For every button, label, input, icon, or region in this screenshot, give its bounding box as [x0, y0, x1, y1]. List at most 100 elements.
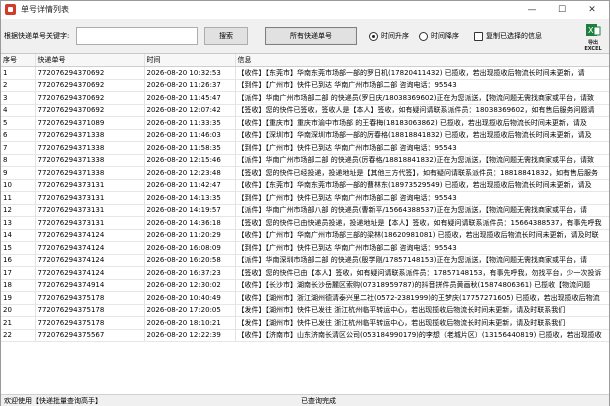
row-info[interactable]: 【收件】【济南市】山东济南长清区公司(053184990179)的李想（老城片区… [235, 329, 609, 342]
table-row[interactable]: 13 772076294373131 2026-08-20 14:36:18 【签收】… [1, 216, 609, 230]
row-time[interactable]: 2026-08-20 11:26:37 [144, 79, 236, 92]
row-index[interactable]: 2 [1, 79, 36, 92]
row-index[interactable]: 17 [1, 266, 36, 280]
table-row[interactable]: 10 772076294373131 2026-08-20 11:42:47 【收件】… [1, 179, 609, 192]
row-tracking-number[interactable]: 772076294373131 [35, 204, 145, 217]
row-time[interactable]: 2026-08-20 12:07:42 [144, 104, 236, 117]
table-row[interactable]: 16 772076294374124 2026-08-20 16:20:58 【派件】… [1, 254, 609, 267]
row-info[interactable]: 【到件】【广州市】快件已到达 华南广州市场部二部 咨询电话：95543 [235, 79, 609, 92]
row-info[interactable]: 【到件】【广州市】快件已到达 华南广州市场部二部 咨询电话：95543 [235, 191, 609, 205]
row-index[interactable]: 11 [1, 191, 36, 205]
row-tracking-number[interactable]: 772076294375567 [35, 329, 145, 342]
table-row[interactable]: 20 772076294375178 2026-08-20 17:20:05 【发件】… [1, 304, 609, 317]
row-tracking-number[interactable]: 772076294374914 [35, 279, 145, 292]
row-index[interactable]: 6 [1, 129, 36, 142]
row-index[interactable]: 14 [1, 229, 36, 242]
row-tracking-number[interactable]: 772076294371338 [35, 166, 145, 180]
table-row[interactable]: 22 772076294375567 2026-08-20 12:22:39 【收件】… [1, 329, 609, 342]
row-index[interactable]: 5 [1, 116, 36, 130]
row-index[interactable]: 7 [1, 141, 36, 155]
row-time[interactable]: 2026-08-20 12:15:46 [144, 154, 236, 167]
row-tracking-number[interactable]: 772076294371338 [35, 154, 145, 167]
row-info[interactable]: 【到件】【广州市】快件已到达 华南广州市场部二部 咨询电话：95543 [235, 241, 609, 255]
column-header-index[interactable]: 序号 [1, 54, 36, 67]
table-row[interactable]: 6 772076294371338 2026-08-20 11:46:03 【收件】【… [1, 129, 609, 142]
row-time[interactable]: 2026-08-20 11:42:47 [144, 179, 236, 192]
row-time[interactable]: 2026-08-20 17:20:05 [144, 304, 236, 317]
row-index[interactable]: 9 [1, 166, 36, 180]
table-row[interactable]: 3 772076294370692 2026-08-20 11:45:47 【派件】华… [1, 91, 609, 105]
table-row[interactable]: 14 772076294374124 2026-08-20 11:20:29 【收件】… [1, 229, 609, 242]
row-time[interactable]: 2026-08-20 16:37:23 [144, 266, 236, 280]
copy-selected-control[interactable]: 复制已选择的信息 [474, 29, 542, 43]
row-tracking-number[interactable]: 772076294373131 [35, 179, 145, 192]
row-index[interactable]: 22 [1, 329, 36, 342]
row-time[interactable]: 2026-08-20 16:20:58 [144, 254, 236, 267]
table-row[interactable]: 19 772076294375178 2026-08-20 10:40:49 【收件】… [1, 291, 609, 305]
row-index[interactable]: 10 [1, 179, 36, 192]
row-info[interactable]: 【签收】您的快件已由【本人】签收，如有疑问请联系派件员：17857148153，… [235, 266, 609, 280]
row-index[interactable]: 12 [1, 204, 36, 217]
row-index[interactable]: 15 [1, 241, 36, 255]
row-tracking-number[interactable]: 772076294373131 [35, 191, 145, 205]
table-row[interactable]: 8 772076294371338 2026-08-20 12:15:46 【派件】华… [1, 154, 609, 167]
table-row[interactable]: 11 772076294373131 2026-08-20 14:13:35 【到件】… [1, 191, 609, 205]
row-time[interactable]: 2026-08-20 12:22:39 [144, 329, 236, 342]
row-index[interactable]: 3 [1, 91, 36, 105]
row-tracking-number[interactable]: 772076294371338 [35, 129, 145, 142]
row-time[interactable]: 2026-08-20 11:45:47 [144, 91, 236, 105]
export-excel-button[interactable]: X 导出 EXCEL [579, 22, 607, 52]
row-tracking-number[interactable]: 772076294374124 [35, 229, 145, 242]
row-time[interactable]: 2026-08-20 12:23:48 [144, 166, 236, 180]
row-time[interactable]: 2026-08-20 11:33:35 [144, 116, 236, 130]
row-info[interactable]: 【签收】您的快件已经投递，投递地址是【其他三方代签】，如有疑问请联系派件员：18… [235, 166, 609, 180]
table-row[interactable]: 17 772076294374124 2026-08-20 16:37:23 【签收】… [1, 266, 609, 280]
sort-desc-radio[interactable]: 时间降序 [419, 29, 459, 43]
row-info[interactable]: 【收件】【长沙市】湖南长沙岳麓区索购(07318959787)的抖音拼件员黄画秋… [235, 279, 609, 292]
row-tracking-number[interactable]: 772076294370692 [35, 66, 145, 80]
row-time[interactable]: 2026-08-20 14:36:18 [144, 216, 236, 230]
row-tracking-number[interactable]: 772076294375178 [35, 316, 145, 330]
radio-checked-icon[interactable] [369, 31, 378, 41]
row-time[interactable]: 2026-08-20 10:32:53 [144, 66, 236, 80]
row-index[interactable]: 20 [1, 304, 36, 317]
row-info[interactable]: 【到件】【广州市】快件已到达 华南广州市场部二部 咨询电话：95543 [235, 141, 609, 155]
row-info[interactable]: 【派件】华南深圳市场部二部 的快递员(殷学刚/17857148153)正在为您派… [235, 254, 609, 267]
row-index[interactable]: 8 [1, 154, 36, 167]
row-index[interactable]: 13 [1, 216, 36, 230]
row-tracking-number[interactable]: 772076294370692 [35, 79, 145, 92]
row-time[interactable]: 2026-08-20 16:08:09 [144, 241, 236, 255]
row-time[interactable]: 2026-08-20 12:30:02 [144, 279, 236, 292]
minimize-button[interactable]: — [517, 1, 547, 19]
row-tracking-number[interactable]: 772076294373131 [35, 216, 145, 230]
table-row[interactable]: 1 772076294370692 2026-08-20 10:32:53 【收件】【… [1, 66, 609, 80]
row-tracking-number[interactable]: 772076294370692 [35, 91, 145, 105]
row-tracking-number[interactable]: 772076294370692 [35, 104, 145, 117]
row-info[interactable]: 【收件】【东莞市】华南东莞市场部一部的罗日机(17820411432) 已揽收，… [235, 66, 609, 80]
row-info[interactable]: 【派件】华南广州市场部二部 的快递员(厉春格/18818841832)正在为您派… [235, 154, 609, 167]
row-tracking-number[interactable]: 772076294375178 [35, 304, 145, 317]
row-info[interactable]: 【发件】【湖州市】快件已发往 浙江杭州临平转运中心，若出现揽收后物流长时间未更新… [235, 304, 609, 317]
row-info[interactable]: 【派件】华南广州市场部二部 的快递员(罗日庆/18038369602)正在为您派… [235, 91, 609, 105]
row-info[interactable]: 【收件】【湖州市】浙江湖州德清泰兴里二社(0572-2381999)的王梦庆(1… [235, 291, 609, 305]
row-info[interactable]: 【收件】【东莞市】华南东莞市场部一部的曹林东(18973529549) 已揽收，… [235, 179, 609, 192]
row-tracking-number[interactable]: 772076294374124 [35, 254, 145, 267]
row-info[interactable]: 【签收】您的快件已签收，签收人是【本人】签收，如有疑问请联系派件员：180383… [235, 104, 609, 117]
table-row[interactable]: 12 772076294373131 2026-08-20 14:19:57 【派件】… [1, 204, 609, 217]
row-time[interactable]: 2026-08-20 11:46:03 [144, 129, 236, 142]
table-row[interactable]: 2 772076294370692 2026-08-20 11:26:37 【到件】【… [1, 79, 609, 92]
row-time[interactable]: 2026-08-20 11:20:29 [144, 229, 236, 242]
row-info[interactable]: 【收件】【深圳市】华南深圳市场部一部的厉春格(18818841832) 已揽收，… [235, 129, 609, 142]
table-row[interactable]: 21 772076294375178 2026-08-20 18:10:21 【发件】… [1, 316, 609, 330]
row-tracking-number[interactable]: 772076294371089 [35, 116, 145, 130]
row-index[interactable]: 1 [1, 66, 36, 80]
row-tracking-number[interactable]: 772076294374124 [35, 241, 145, 255]
row-info[interactable]: 【签收】您的快件已由快递员投递，投递地址是【本人】签收，如有疑问请联系派件员：1… [235, 216, 609, 230]
row-time[interactable]: 2026-08-20 14:19:57 [144, 204, 236, 217]
row-index[interactable]: 18 [1, 279, 36, 292]
sort-asc-radio[interactable]: 时间升序 [369, 29, 409, 43]
row-time[interactable]: 2026-08-20 11:58:35 [144, 141, 236, 155]
row-tracking-number[interactable]: 772076294374124 [35, 266, 145, 280]
row-time[interactable]: 2026-08-20 18:10:21 [144, 316, 236, 330]
close-button[interactable]: ✕ [577, 1, 607, 19]
